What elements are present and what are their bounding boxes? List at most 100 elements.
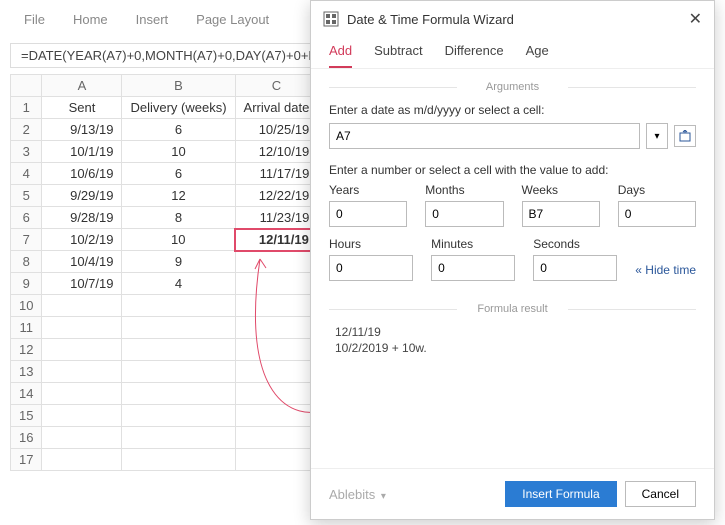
cell[interactable] [122, 361, 235, 383]
row-header[interactable]: 8 [11, 251, 42, 273]
col-header-c[interactable]: C [235, 75, 318, 97]
weeks-input[interactable] [522, 201, 600, 227]
cell[interactable]: 12/10/19 [235, 141, 318, 163]
cell[interactable] [235, 251, 318, 273]
tab-age[interactable]: Age [526, 43, 549, 68]
cell[interactable] [235, 449, 318, 471]
date-input[interactable] [329, 123, 640, 149]
row-header[interactable]: 6 [11, 207, 42, 229]
row-header[interactable]: 13 [11, 361, 42, 383]
cell-picker-icon[interactable] [674, 125, 696, 147]
cell[interactable]: 10 [122, 229, 235, 251]
insert-formula-button[interactable]: Insert Formula [505, 481, 616, 507]
chevron-down-icon: ▾ [381, 491, 386, 502]
row-header[interactable]: 2 [11, 119, 42, 141]
cell[interactable]: 6 [122, 119, 235, 141]
cell[interactable]: Delivery (weeks) [122, 97, 235, 119]
cell[interactable]: 10/2/19 [42, 229, 122, 251]
tab-file[interactable]: File [24, 12, 45, 27]
days-input[interactable] [618, 201, 696, 227]
hide-time-link[interactable]: « Hide time [635, 263, 696, 281]
cell[interactable]: 11/23/19 [235, 207, 318, 229]
cell[interactable] [235, 339, 318, 361]
col-header-b[interactable]: B [122, 75, 235, 97]
cell[interactable]: 9/28/19 [42, 207, 122, 229]
cell[interactable] [122, 383, 235, 405]
row-header[interactable]: 1 [11, 97, 42, 119]
cell[interactable]: 11/17/19 [235, 163, 318, 185]
row-header[interactable]: 4 [11, 163, 42, 185]
seconds-input[interactable] [533, 255, 617, 281]
wizard-tabs: Add Subtract Difference Age [311, 37, 714, 69]
row-header[interactable]: 5 [11, 185, 42, 207]
cell[interactable] [235, 317, 318, 339]
years-input[interactable] [329, 201, 407, 227]
tab-difference[interactable]: Difference [445, 43, 504, 68]
row-header[interactable]: 16 [11, 427, 42, 449]
brand-label[interactable]: Ablebits ▾ [329, 487, 386, 502]
cell[interactable]: 8 [122, 207, 235, 229]
months-input[interactable] [425, 201, 503, 227]
tab-home[interactable]: Home [73, 12, 108, 27]
cell[interactable] [42, 383, 122, 405]
close-icon[interactable]: ✕ [689, 9, 702, 29]
dialog-title: Date & Time Formula Wizard [347, 12, 514, 27]
cancel-button[interactable]: Cancel [625, 481, 696, 507]
cell[interactable]: 6 [122, 163, 235, 185]
row-header[interactable]: 15 [11, 405, 42, 427]
cell[interactable]: 10/7/19 [42, 273, 122, 295]
col-header-a[interactable]: A [42, 75, 122, 97]
cell[interactable] [235, 273, 318, 295]
cell[interactable]: Sent [42, 97, 122, 119]
cell[interactable] [42, 317, 122, 339]
chevron-down-icon[interactable]: ▾ [646, 123, 668, 149]
cell[interactable]: 4 [122, 273, 235, 295]
cell[interactable] [42, 427, 122, 449]
row-header[interactable]: 9 [11, 273, 42, 295]
cell[interactable] [42, 295, 122, 317]
hours-input[interactable] [329, 255, 413, 281]
cell[interactable] [235, 427, 318, 449]
cell[interactable]: 10/25/19 [235, 119, 318, 141]
row-header[interactable]: 3 [11, 141, 42, 163]
row-header[interactable]: 10 [11, 295, 42, 317]
cell[interactable]: 10/4/19 [42, 251, 122, 273]
row-header[interactable]: 17 [11, 449, 42, 471]
corner-cell[interactable] [11, 75, 42, 97]
cell[interactable] [122, 405, 235, 427]
cell[interactable]: Arrival date [235, 97, 318, 119]
cell[interactable] [42, 361, 122, 383]
cell[interactable]: 10/1/19 [42, 141, 122, 163]
cell[interactable] [42, 339, 122, 361]
cell[interactable]: 10 [122, 141, 235, 163]
row-header[interactable]: 7 [11, 229, 42, 251]
cell[interactable] [122, 295, 235, 317]
tab-add[interactable]: Add [329, 43, 352, 68]
cell[interactable] [122, 449, 235, 471]
cell[interactable] [235, 361, 318, 383]
cell[interactable] [122, 317, 235, 339]
cell[interactable]: 9/13/19 [42, 119, 122, 141]
cell[interactable]: 9/29/19 [42, 185, 122, 207]
cell[interactable] [235, 383, 318, 405]
years-label: Years [329, 183, 407, 197]
row-header[interactable]: 12 [11, 339, 42, 361]
cell[interactable] [42, 449, 122, 471]
cell[interactable]: 12/22/19 [235, 185, 318, 207]
tab-insert[interactable]: Insert [136, 12, 169, 27]
cell[interactable] [235, 295, 318, 317]
cell[interactable] [42, 405, 122, 427]
row-header[interactable]: 14 [11, 383, 42, 405]
cell[interactable] [235, 405, 318, 427]
cell[interactable] [122, 427, 235, 449]
row-header[interactable]: 11 [11, 317, 42, 339]
tab-subtract[interactable]: Subtract [374, 43, 422, 68]
cell[interactable]: 10/6/19 [42, 163, 122, 185]
tab-page-layout[interactable]: Page Layout [196, 12, 269, 27]
minutes-input[interactable] [431, 255, 515, 281]
cell[interactable] [122, 339, 235, 361]
cell-selected[interactable]: 12/11/19 [235, 229, 318, 251]
cell[interactable]: 9 [122, 251, 235, 273]
cell[interactable]: 12 [122, 185, 235, 207]
months-label: Months [425, 183, 503, 197]
